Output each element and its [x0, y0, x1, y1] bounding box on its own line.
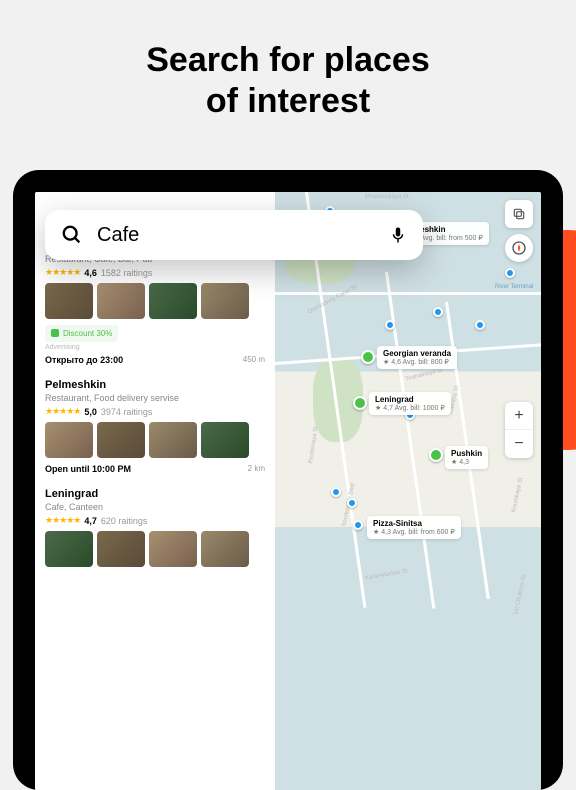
- result-card[interactable]: Leningrad Cafe, Canteen ★★★★★ 4,7 620 rait…: [45, 488, 265, 567]
- search-bar[interactable]: [45, 210, 423, 260]
- compass-icon: [511, 240, 527, 256]
- mic-icon[interactable]: [389, 224, 407, 246]
- photo-row[interactable]: [45, 283, 265, 319]
- layers-icon: [512, 207, 526, 221]
- star-icon: ★★★★★: [45, 406, 80, 417]
- photo-row[interactable]: [45, 531, 265, 567]
- search-input[interactable]: [97, 224, 389, 247]
- pin-label[interactable]: Leningrad★ 4,7 Avg. bill: 1000 ₽: [369, 392, 451, 415]
- rating-count: 620 raitings: [101, 516, 148, 526]
- compass-button[interactable]: [505, 234, 533, 262]
- place-name: Pelmeshkin: [45, 379, 265, 391]
- street-label: Knutskaya St: [511, 477, 524, 513]
- map-pin-featured[interactable]: [353, 396, 367, 410]
- screen: Georgian veranda Restaurant, Cafe, Bar, …: [35, 192, 541, 790]
- map-pin-featured[interactable]: [353, 520, 363, 530]
- street-label: Prodolnaya St: [308, 426, 319, 464]
- rating-score: 4,6: [84, 268, 97, 278]
- distance: 450 m: [243, 355, 265, 364]
- pin-label[interactable]: Georgian veranda★ 4,6 Avg. bill: 800 ₽: [377, 346, 457, 369]
- results-panel[interactable]: Georgian veranda Restaurant, Cafe, Bar, …: [35, 192, 275, 790]
- photo-row[interactable]: [45, 422, 265, 458]
- open-hours: Открыто до 23:00: [45, 355, 123, 365]
- tablet-frame: Georgian veranda Restaurant, Cafe, Bar, …: [13, 170, 563, 790]
- rating-score: 5,0: [84, 407, 97, 417]
- hero-title-1: Search for places: [0, 40, 576, 81]
- street-label: Obkhodnoy Kanal St: [307, 284, 358, 315]
- street-label: Karla-Marksa St: [365, 568, 408, 581]
- map-pin-featured[interactable]: [361, 350, 375, 364]
- result-card[interactable]: Pelmeshkin Restaurant, Food delivery ser…: [45, 379, 265, 474]
- open-hours: Open until 10:00 PM: [45, 464, 131, 474]
- map-canvas[interactable]: Moskovskaya St Neva Embankment Obkhodnoy…: [275, 192, 541, 790]
- map-pin[interactable]: [475, 320, 485, 330]
- rating-count: 1582 raitings: [101, 268, 153, 278]
- map-pin-featured[interactable]: [429, 448, 443, 462]
- map-pin[interactable]: [347, 498, 357, 508]
- zoom-control: + −: [505, 402, 533, 458]
- star-icon: ★★★★★: [45, 267, 80, 278]
- road: [275, 292, 541, 295]
- distance: 2 km: [248, 464, 265, 473]
- search-icon: [61, 224, 83, 246]
- zoom-in-button[interactable]: +: [505, 402, 533, 430]
- pin-label[interactable]: Pizza-Sinitsa★ 4,3 Avg. bill: from 600 ₽: [367, 516, 461, 539]
- place-category: Cafe, Canteen: [45, 502, 265, 512]
- rating-count: 3974 raitings: [101, 407, 153, 417]
- ad-label: Advertising: [45, 344, 265, 351]
- map-pin[interactable]: [331, 487, 341, 497]
- map-pin[interactable]: [433, 307, 443, 317]
- layers-button[interactable]: [505, 200, 533, 228]
- street-label: 1st Chukova St: [513, 574, 527, 615]
- pin-label[interactable]: Pushkin★ 4,3: [445, 446, 488, 469]
- street-label: Teatralnaya St: [405, 367, 444, 382]
- zoom-out-button[interactable]: −: [505, 430, 533, 458]
- map-pin[interactable]: [505, 268, 515, 278]
- hero-title-2: of interest: [0, 81, 576, 122]
- street-label: River Terminal: [495, 284, 533, 290]
- street-label: Moskovskaya St: [365, 194, 409, 200]
- rating-score: 4,7: [84, 516, 97, 526]
- discount-badge[interactable]: Discount 30%: [45, 325, 118, 342]
- star-icon: ★★★★★: [45, 515, 80, 526]
- map-pin[interactable]: [385, 320, 395, 330]
- place-category: Restaurant, Food delivery servise: [45, 393, 265, 403]
- place-name: Leningrad: [45, 488, 265, 500]
